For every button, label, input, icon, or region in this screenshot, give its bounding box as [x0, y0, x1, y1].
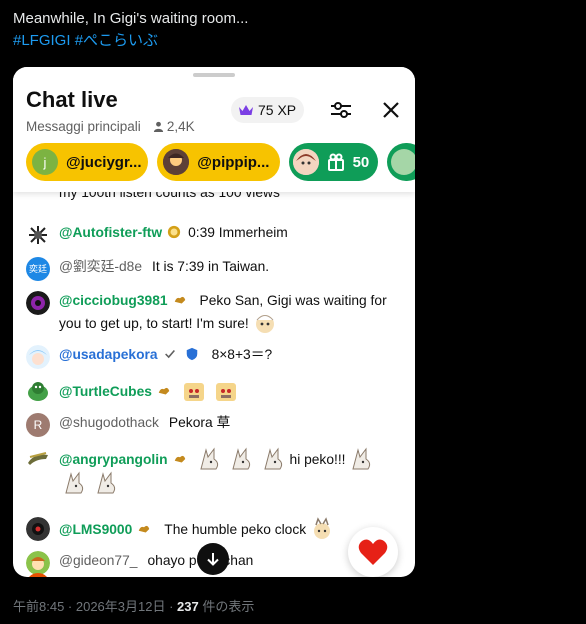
view-count: 237 [177, 599, 199, 614]
avatar: 奕廷 [26, 257, 50, 281]
ticker-chip-label: @juciygr... [66, 153, 142, 171]
ticker-chip-more[interactable] [386, 143, 415, 181]
ticker-chip-membership[interactable]: 50 [288, 143, 378, 181]
sliders-icon [331, 102, 351, 118]
chat-header: Chat live Messaggi principali 2,4K 75 XP… [13, 67, 415, 192]
like-reaction-button[interactable] [348, 527, 398, 577]
hashtag-pekolive[interactable]: #ぺこらいぶ [75, 32, 158, 49]
viewer-count: 2,4K [153, 119, 195, 134]
super-chat-ticker: j @juciygr... @pippip... 50 [26, 143, 415, 181]
chat-message-list[interactable]: my 100th listen counts as 100 views @Aut… [13, 175, 415, 577]
message-author[interactable]: @cicciobug3981 [59, 293, 168, 308]
message-text: 8×8+3＝? [211, 347, 273, 362]
drag-handle[interactable] [193, 73, 235, 77]
message-text: The humble peko clock [164, 522, 307, 537]
avatar: R [26, 413, 50, 437]
ticker-chip-label: @pippip... [197, 153, 270, 171]
avatar [163, 149, 190, 175]
member-badge-icon [158, 387, 170, 395]
ticker-chip-juciygr[interactable]: j @juciygr... [26, 143, 149, 181]
pekora-emoji-icon [263, 447, 282, 470]
message-author[interactable]: @usadapekora [59, 347, 158, 362]
chat-title: Chat live [26, 87, 118, 112]
chat-message: @angrypangolin hi peko!!! [26, 447, 406, 495]
avatar [26, 517, 50, 541]
tweet-footer: 午前8:45 · 2026年3月12日 · 237 件の表示 [13, 596, 254, 615]
pekora-emoji-icon [231, 447, 250, 470]
chat-message: @Autofister-ftw 0:39 Immerheim [26, 223, 406, 247]
ticker-chip-pippip[interactable]: @pippip... [157, 143, 280, 181]
member-badge-icon [174, 455, 185, 463]
tweet-timestamp[interactable]: 午前8:45 · 2026年3月12日 · [13, 599, 177, 614]
avatar [26, 447, 50, 471]
chat-message: @usadapekora 8×8+3＝? [26, 345, 406, 369]
heart-icon [358, 539, 388, 565]
message-author[interactable]: @gideon77_ [59, 553, 137, 568]
close-icon [383, 102, 399, 118]
message-author[interactable]: @TurtleCubes [59, 384, 152, 399]
avatar [26, 345, 50, 369]
pekora-emoji-icon [97, 471, 116, 494]
chat-message: R @shugodothack Pekora 草 [26, 413, 406, 437]
message-author[interactable]: @劉奕廷-d8e [59, 259, 142, 274]
ticker-chip-count: 50 [352, 153, 370, 171]
avatar [26, 379, 50, 403]
message-text: It is 7:39 in Taiwan. [152, 259, 270, 274]
moderator-shield-icon [186, 347, 197, 361]
avatar [390, 149, 415, 175]
member-badge-icon [168, 225, 181, 239]
chat-message: 奕廷 @劉奕廷-d8e It is 7:39 in Taiwan. [26, 257, 406, 281]
crown-icon [239, 105, 253, 115]
tweet-text: Meanwhile, In Gigi's waiting room... #LF… [13, 8, 248, 52]
member-badge-icon [174, 296, 185, 304]
chat-subtitle[interactable]: Messaggi principali 2,4K [26, 119, 195, 134]
gift-icon [327, 153, 344, 171]
avatar: j [32, 149, 58, 175]
avatar [26, 573, 50, 577]
member-badge-icon [139, 525, 150, 533]
pekora-emoji-icon [255, 315, 274, 333]
message-author[interactable]: @shugodothack [59, 415, 159, 430]
view-count-label: 件の表示 [198, 599, 255, 614]
message-author[interactable]: @angrypangolin [59, 452, 168, 467]
filter-button[interactable] [326, 97, 356, 123]
avatar [292, 149, 319, 175]
avatar [26, 223, 50, 247]
pekora-emoji-icon [199, 447, 218, 470]
avatar [26, 291, 50, 315]
pekora-emoji-icon [215, 383, 236, 401]
hashtag-lfgigi[interactable]: #LFGIGI [13, 32, 71, 49]
people-icon [153, 121, 163, 132]
viewer-count-value: 2,4K [166, 119, 195, 134]
message-author[interactable]: @Autofister-ftw [59, 225, 162, 240]
message-text: 0:39 Immerheim [188, 225, 288, 240]
pekora-emoji-icon [351, 447, 370, 470]
chat-message: @LMS9000 The humble peko clock [26, 517, 406, 541]
avatar [26, 551, 50, 575]
message-text: hi peko!!! [289, 452, 346, 467]
chat-screenshot-card[interactable]: Chat live Messaggi principali 2,4K 75 XP… [13, 67, 415, 577]
verified-check-icon [164, 349, 175, 359]
xp-badge[interactable]: 75 XP [231, 97, 305, 123]
chat-message: @TurtleCubes [26, 379, 406, 403]
chat-message: @cicciobug3981 Peko San, Gigi was waiting… [26, 291, 406, 335]
message-text: Pekora 草 [168, 415, 231, 430]
chat-mode-label[interactable]: Messaggi principali [26, 119, 141, 134]
scroll-to-bottom-button[interactable] [197, 543, 229, 575]
pekora-emoji-icon [183, 383, 204, 401]
tweet-line1: Meanwhile, In Gigi's waiting room... [13, 10, 249, 27]
close-button[interactable] [378, 97, 404, 123]
xp-value: 75 XP [258, 102, 297, 118]
arrow-down-icon [207, 553, 219, 566]
pekora-emoji-icon [314, 517, 331, 539]
pekora-emoji-icon [65, 471, 84, 494]
message-author[interactable]: @LMS9000 [59, 522, 132, 537]
